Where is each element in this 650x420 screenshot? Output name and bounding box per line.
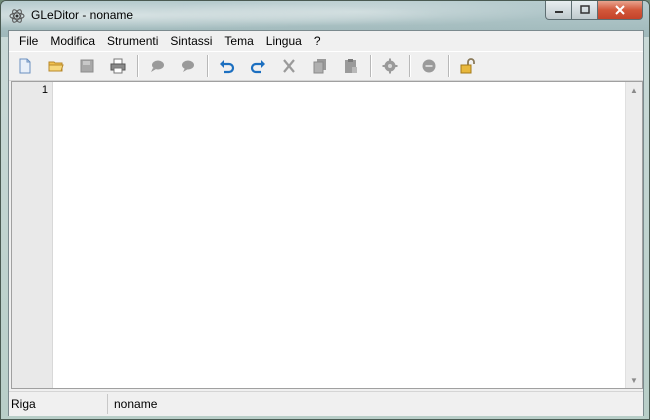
close-icon — [615, 5, 625, 15]
redo-icon — [250, 60, 265, 74]
settings-button[interactable] — [378, 54, 402, 78]
menu-modifica[interactable]: Modifica — [44, 31, 101, 51]
new-file-button[interactable] — [13, 54, 37, 78]
copy-button[interactable] — [308, 54, 332, 78]
menu-sintassi[interactable]: Sintassi — [164, 31, 218, 51]
close-button[interactable] — [598, 1, 643, 20]
lock-icon — [460, 58, 475, 74]
uncomment-button[interactable] — [176, 54, 200, 78]
maximize-button[interactable] — [572, 1, 598, 20]
paste-icon — [345, 59, 357, 73]
menu-lingua[interactable]: Lingua — [260, 31, 308, 51]
window-title: GLeDitor - noname — [31, 8, 134, 22]
undo-button[interactable] — [215, 54, 239, 78]
toolbar — [9, 51, 643, 81]
menu-tema[interactable]: Tema — [218, 31, 259, 51]
toolbar-separator — [207, 55, 209, 77]
redo-button[interactable] — [246, 54, 270, 78]
settings-icon — [382, 58, 398, 74]
toolbar-separator — [370, 55, 372, 77]
cut-button[interactable] — [277, 54, 301, 78]
atom-icon — [9, 9, 25, 23]
toolbar-separator — [448, 55, 450, 77]
paste-button[interactable] — [339, 54, 363, 78]
text-area[interactable] — [53, 82, 626, 388]
cut-icon — [283, 59, 295, 73]
menu-strumenti[interactable]: Strumenti — [101, 31, 164, 51]
save-button[interactable] — [75, 54, 99, 78]
stop-icon — [422, 59, 436, 73]
vertical-scrollbar[interactable]: ▲ ▼ — [625, 82, 642, 388]
app-window: GLeDitor - noname File Modifica Strument… — [0, 0, 650, 420]
print-button[interactable] — [106, 54, 130, 78]
editor: 1 ▲ ▼ — [11, 81, 643, 389]
uncomment-icon — [182, 60, 194, 72]
open-button[interactable] — [44, 54, 68, 78]
new-file-icon — [19, 58, 31, 74]
line-number: 1 — [41, 84, 48, 96]
status-line-label: Riga — [9, 394, 108, 414]
comment-icon — [151, 60, 164, 72]
caption-buttons — [545, 1, 643, 21]
minimize-button[interactable] — [545, 1, 572, 20]
print-icon — [110, 58, 126, 74]
save-icon — [80, 59, 94, 73]
comment-button[interactable] — [145, 54, 169, 78]
toolbar-separator — [409, 55, 411, 77]
toolbar-separator — [137, 55, 139, 77]
menu-bar: File Modifica Strumenti Sintassi Tema Li… — [9, 31, 643, 51]
undo-icon — [220, 60, 235, 74]
scroll-up-arrow-icon[interactable]: ▲ — [626, 82, 642, 98]
client-area: File Modifica Strumenti Sintassi Tema Li… — [8, 30, 644, 416]
lock-button[interactable] — [456, 54, 480, 78]
stop-button[interactable] — [417, 54, 441, 78]
menu-file[interactable]: File — [13, 31, 44, 51]
minimize-icon — [554, 11, 563, 13]
line-number-gutter: 1 — [12, 82, 53, 388]
status-bar: Riga noname — [9, 391, 643, 416]
copy-icon — [313, 59, 326, 74]
title-bar[interactable]: GLeDitor - noname — [1, 1, 649, 31]
menu-help[interactable]: ? — [308, 31, 327, 51]
open-folder-icon — [48, 61, 64, 72]
scroll-down-arrow-icon[interactable]: ▼ — [626, 372, 642, 388]
maximize-icon — [579, 5, 590, 14]
status-file-name: noname — [114, 397, 158, 411]
